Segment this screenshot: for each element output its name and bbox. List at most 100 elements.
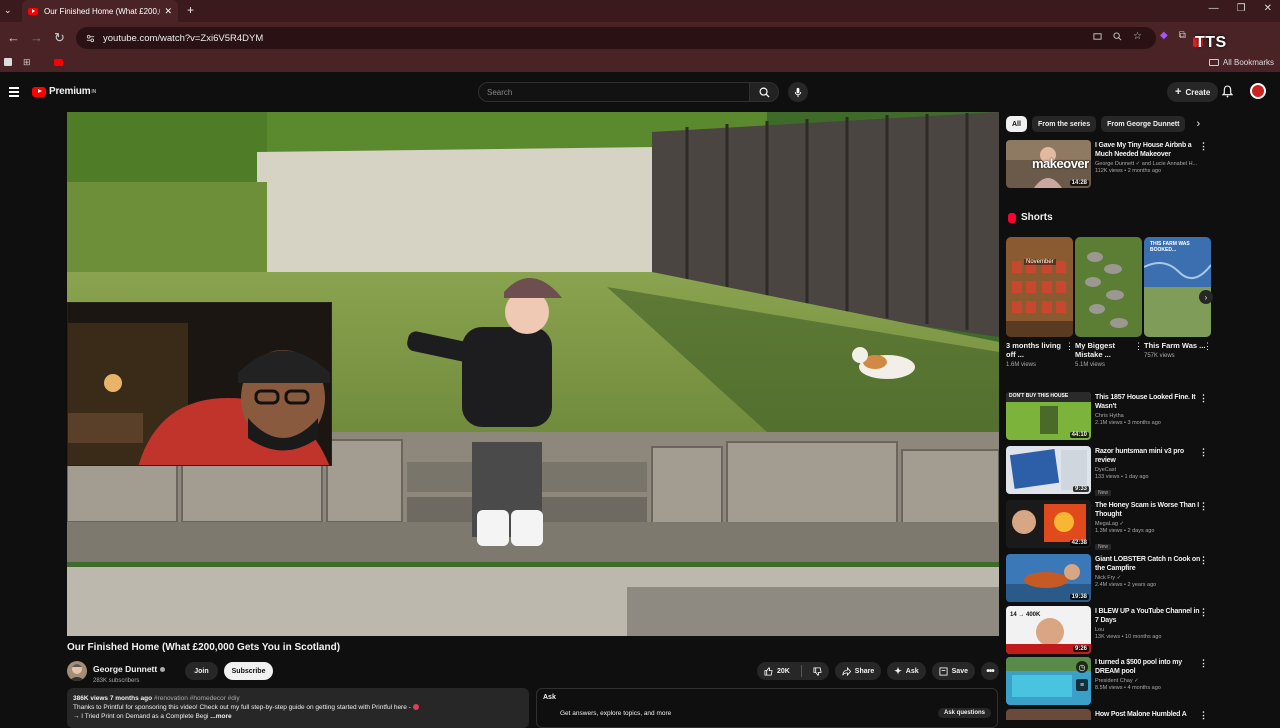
tab-close-icon[interactable]: ✕ bbox=[164, 6, 172, 17]
recommended-video[interactable]: 42:38 The Honey Scam is Worse Than I Tho… bbox=[1006, 500, 1212, 550]
short-title[interactable]: This Farm Was ... bbox=[1144, 341, 1208, 350]
video-title[interactable]: I turned a $500 pool into my DREAM pool bbox=[1095, 658, 1201, 676]
bookmark-star-icon[interactable]: ☆ bbox=[1133, 32, 1142, 42]
more-vertical-icon[interactable]: ⋮ bbox=[1199, 393, 1208, 404]
search-button[interactable] bbox=[749, 82, 779, 102]
new-tab-button[interactable]: + bbox=[187, 3, 194, 17]
chip-from-the-series[interactable]: From the series bbox=[1031, 116, 1097, 132]
chip-from-channel[interactable]: From George Dunnett bbox=[1101, 116, 1186, 132]
more-vertical-icon[interactable]: ⋮ bbox=[1203, 341, 1212, 352]
shorts-next-chevron-icon[interactable]: › bbox=[1199, 290, 1213, 304]
watch-later-icon[interactable]: ◷ bbox=[1076, 661, 1088, 673]
more-vertical-icon[interactable]: ⋮ bbox=[1199, 501, 1208, 512]
video-title[interactable]: Razor huntsman mini v3 pro review bbox=[1095, 447, 1201, 465]
video-thumbnail[interactable]: 19:38 bbox=[1006, 554, 1091, 602]
all-bookmarks[interactable]: All Bookmarks bbox=[1208, 58, 1274, 67]
subscribe-button[interactable]: Subscribe bbox=[223, 662, 274, 680]
channel-name[interactable]: Chris Hytha bbox=[1095, 413, 1201, 420]
apps-grid-icon[interactable]: ⊞ bbox=[23, 57, 31, 68]
youtube-premium-logo[interactable]: Premium IN bbox=[32, 86, 96, 97]
open-in-app-icon[interactable] bbox=[1093, 32, 1102, 41]
voice-search-button[interactable] bbox=[788, 82, 808, 102]
more-actions-button[interactable]: ••• bbox=[981, 662, 999, 680]
video-title[interactable]: I Gave My Tiny House Airbnb a Much Neede… bbox=[1095, 141, 1201, 159]
short-title[interactable]: My Biggest Mistake ... bbox=[1075, 341, 1139, 359]
video-description[interactable]: 386K views 7 months ago #renovation #hom… bbox=[67, 688, 529, 728]
channel-name[interactable]: George Dunnett ✓ and Lucie Annabel H... bbox=[1095, 161, 1201, 168]
more-vertical-icon[interactable]: ⋮ bbox=[1199, 141, 1208, 152]
chip-all[interactable]: All bbox=[1006, 116, 1027, 132]
channel-name[interactable]: President Chay ✓ bbox=[1095, 678, 1201, 685]
video-title[interactable]: I BLEW UP a YouTube Channel in 7 Days bbox=[1095, 607, 1201, 625]
extensions-puzzle-icon[interactable]: ⧉ bbox=[1179, 30, 1186, 41]
browser-tab-active[interactable]: Our Finished Home (What £200,000 ✕ bbox=[22, 0, 178, 22]
hamburger-menu-icon[interactable] bbox=[9, 87, 19, 99]
video-thumbnail[interactable]: DON'T BUY THIS HOUSE 44:10 bbox=[1006, 392, 1091, 440]
save-button[interactable]: Save bbox=[931, 662, 975, 680]
notifications-bell-icon[interactable] bbox=[1222, 85, 1233, 98]
youtube-bookmark-icon[interactable] bbox=[54, 59, 63, 66]
video-thumbnail[interactable]: makeover 14:28 bbox=[1006, 140, 1091, 188]
channel-name[interactable]: DyeCast bbox=[1095, 467, 1201, 474]
more-vertical-icon[interactable]: ⋮ bbox=[1199, 447, 1208, 458]
address-bar[interactable]: youtube.com/watch?v=Zxi6V5R4DYM ☆ bbox=[76, 27, 1156, 49]
short-thumbnail[interactable]: November bbox=[1006, 237, 1073, 337]
recommended-video[interactable]: makeover 14:28 I Gave My Tiny House Airb… bbox=[1006, 140, 1212, 188]
chevron-right-icon[interactable]: › bbox=[1196, 118, 1200, 130]
short-thumbnail[interactable] bbox=[1075, 237, 1142, 337]
extension-icon[interactable]: ◆ bbox=[1160, 30, 1168, 41]
more-vertical-icon[interactable]: ⋮ bbox=[1134, 341, 1143, 352]
share-button[interactable]: Share bbox=[834, 662, 882, 680]
join-button[interactable]: Join bbox=[185, 662, 218, 680]
back-icon[interactable]: ← bbox=[7, 30, 20, 45]
video-thumbnail[interactable]: 9:33 bbox=[1006, 446, 1091, 494]
video-thumbnail[interactable] bbox=[1006, 709, 1091, 720]
more-vertical-icon[interactable]: ⋮ bbox=[1199, 658, 1208, 669]
recommended-video[interactable]: How Post Malone Humbled A ⋮ bbox=[1006, 709, 1212, 720]
minimize-icon[interactable]: — bbox=[1209, 3, 1219, 14]
forward-icon[interactable]: → bbox=[30, 30, 43, 45]
channel-name[interactable]: Lou bbox=[1095, 627, 1201, 634]
recommended-video[interactable]: 9:33 Razor huntsman mini v3 pro review D… bbox=[1006, 446, 1212, 496]
video-title[interactable]: The Honey Scam is Worse Than I Thought bbox=[1095, 501, 1201, 519]
video-title[interactable]: How Post Malone Humbled A bbox=[1095, 710, 1201, 719]
video-title[interactable]: This 1857 House Looked Fine. It Wasn't bbox=[1095, 393, 1201, 411]
like-button[interactable]: 20K bbox=[757, 662, 797, 680]
zoom-icon[interactable] bbox=[1113, 32, 1122, 41]
site-info-icon[interactable] bbox=[86, 34, 95, 43]
ask-button[interactable]: ✦ Ask bbox=[887, 662, 926, 680]
bookmark-page-icon[interactable] bbox=[4, 58, 12, 66]
more-vertical-icon[interactable]: ⋮ bbox=[1199, 555, 1208, 566]
video-thumbnail[interactable]: ◷ ≡ bbox=[1006, 657, 1091, 705]
reload-icon[interactable]: ↻ bbox=[54, 30, 65, 46]
video-thumbnail[interactable]: 14 → 400K 9:26 bbox=[1006, 606, 1091, 654]
short-thumbnail[interactable]: THIS FARM WAS BOOKED... bbox=[1144, 237, 1211, 337]
more-vertical-icon[interactable]: ⋮ bbox=[1199, 710, 1208, 720]
dislike-button[interactable] bbox=[806, 662, 829, 680]
recommended-video[interactable]: 19:38 Giant LOBSTER Catch n Cook on the … bbox=[1006, 554, 1212, 602]
channel-name-row[interactable]: George Dunnett bbox=[93, 659, 166, 677]
account-avatar[interactable] bbox=[1250, 83, 1266, 99]
add-to-queue-icon[interactable]: ≡ bbox=[1076, 679, 1088, 691]
hashtags[interactable]: #renovation #homedecor #diy bbox=[154, 695, 240, 702]
search-input[interactable]: Search bbox=[478, 82, 750, 102]
create-button[interactable]: + Create bbox=[1167, 82, 1219, 102]
channel-name[interactable]: George Dunnett bbox=[93, 664, 157, 674]
channel-name[interactable]: MegaLag ✓ bbox=[1095, 521, 1201, 528]
show-more-link[interactable]: ...more bbox=[210, 713, 231, 720]
video-player[interactable] bbox=[67, 112, 999, 636]
channel-name[interactable]: Nick Fry ✓ bbox=[1095, 575, 1201, 582]
recommended-video[interactable]: DON'T BUY THIS HOUSE 44:10 This 1857 Hou… bbox=[1006, 392, 1212, 440]
recommended-video[interactable]: ◷ ≡ I turned a $500 pool into my DREAM p… bbox=[1006, 657, 1212, 705]
more-vertical-icon[interactable]: ⋮ bbox=[1065, 341, 1074, 352]
more-vertical-icon[interactable]: ⋮ bbox=[1199, 607, 1208, 618]
maximize-icon[interactable]: ❐ bbox=[1237, 3, 1246, 14]
close-window-icon[interactable]: ✕ bbox=[1264, 3, 1272, 14]
tab-search-icon[interactable]: ⌄ bbox=[4, 5, 12, 16]
short-title[interactable]: 3 months living off ... bbox=[1006, 341, 1070, 359]
video-thumbnail[interactable]: 42:38 bbox=[1006, 500, 1091, 548]
ask-questions-button[interactable]: Ask questions bbox=[937, 708, 991, 718]
video-title[interactable]: Giant LOBSTER Catch n Cook on the Campfi… bbox=[1095, 555, 1201, 573]
channel-avatar[interactable] bbox=[67, 661, 87, 681]
recommended-video[interactable]: 14 → 400K 9:26 I BLEW UP a YouTube Chann… bbox=[1006, 606, 1212, 654]
